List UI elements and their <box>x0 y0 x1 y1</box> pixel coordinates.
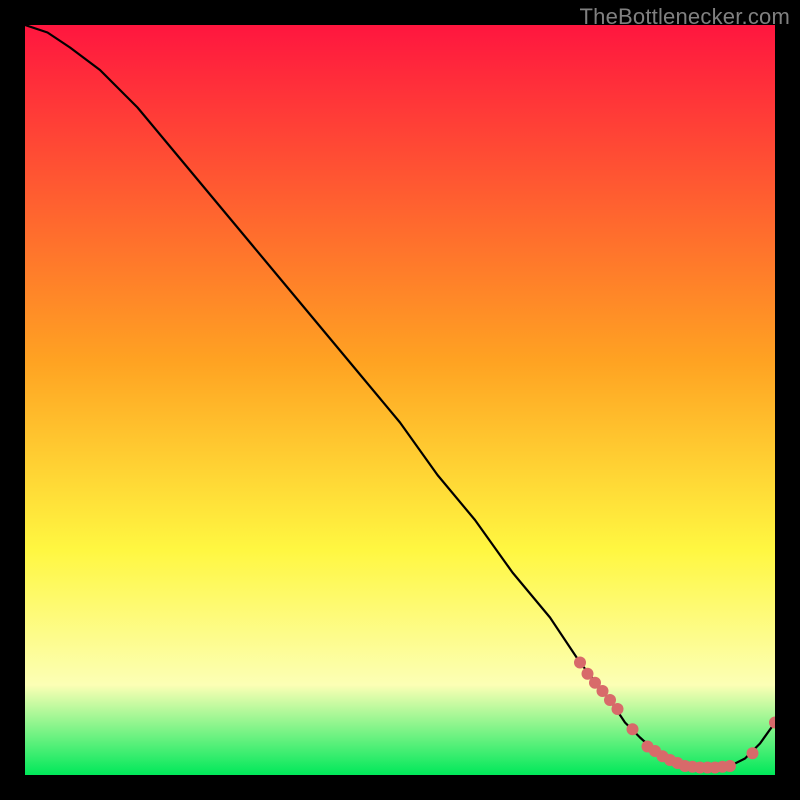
data-point <box>627 723 639 735</box>
gradient-background <box>25 25 775 775</box>
bottleneck-chart <box>25 25 775 775</box>
watermark-text: TheBottlenecker.com <box>580 4 790 30</box>
data-point <box>747 747 759 759</box>
chart-stage: TheBottlenecker.com <box>0 0 800 800</box>
data-point <box>574 657 586 669</box>
data-point <box>724 760 736 772</box>
data-point <box>612 703 624 715</box>
